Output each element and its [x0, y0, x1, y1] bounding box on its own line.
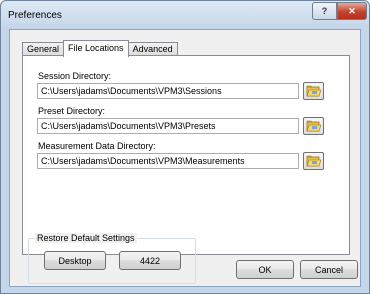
close-button[interactable]: ✕: [337, 2, 367, 20]
restore-desktop-button[interactable]: Desktop: [44, 251, 106, 270]
help-button[interactable]: ?: [312, 2, 337, 20]
session-directory-field[interactable]: C:\Users\jadams\Documents\VPM3\Sessions: [37, 83, 299, 99]
restore-4422-button[interactable]: 4422: [119, 251, 181, 270]
tab-strip: General File Locations Advanced: [22, 39, 178, 57]
preferences-dialog: Preferences ? ✕ General File Locations A…: [0, 0, 370, 294]
dialog-client-area: General File Locations Advanced Session …: [9, 29, 361, 287]
preset-directory-field[interactable]: C:\Users\jadams\Documents\VPM3\Presets: [37, 118, 299, 134]
close-icon: ✕: [348, 5, 356, 16]
tab-general[interactable]: General: [22, 42, 65, 56]
measurement-directory-field[interactable]: C:\Users\jadams\Documents\VPM3\Measureme…: [37, 153, 299, 169]
session-browse-button[interactable]: [303, 82, 324, 100]
cancel-button[interactable]: Cancel: [300, 260, 358, 279]
measurement-browse-button[interactable]: [303, 152, 324, 170]
title-bar[interactable]: Preferences ? ✕: [1, 1, 369, 29]
help-icon: ?: [321, 6, 328, 16]
tab-file-locations[interactable]: File Locations: [63, 40, 129, 57]
file-locations-panel: Session Directory: C:\Users\jadams\Docum…: [22, 55, 350, 255]
preset-directory-label: Preset Directory:: [38, 106, 106, 116]
restore-defaults-group: Restore Default Settings Desktop 4422: [28, 233, 196, 284]
restore-defaults-title: Restore Default Settings: [35, 233, 137, 243]
session-directory-label: Session Directory:: [38, 71, 112, 81]
ok-button[interactable]: OK: [236, 260, 294, 279]
tab-advanced[interactable]: Advanced: [127, 42, 178, 56]
folder-browse-icon: [306, 120, 321, 132]
folder-browse-icon: [306, 155, 321, 167]
measurement-directory-label: Measurement Data Directory:: [38, 141, 156, 151]
preset-browse-button[interactable]: [303, 117, 324, 135]
folder-browse-icon: [306, 85, 321, 97]
window-title: Preferences: [8, 10, 62, 21]
